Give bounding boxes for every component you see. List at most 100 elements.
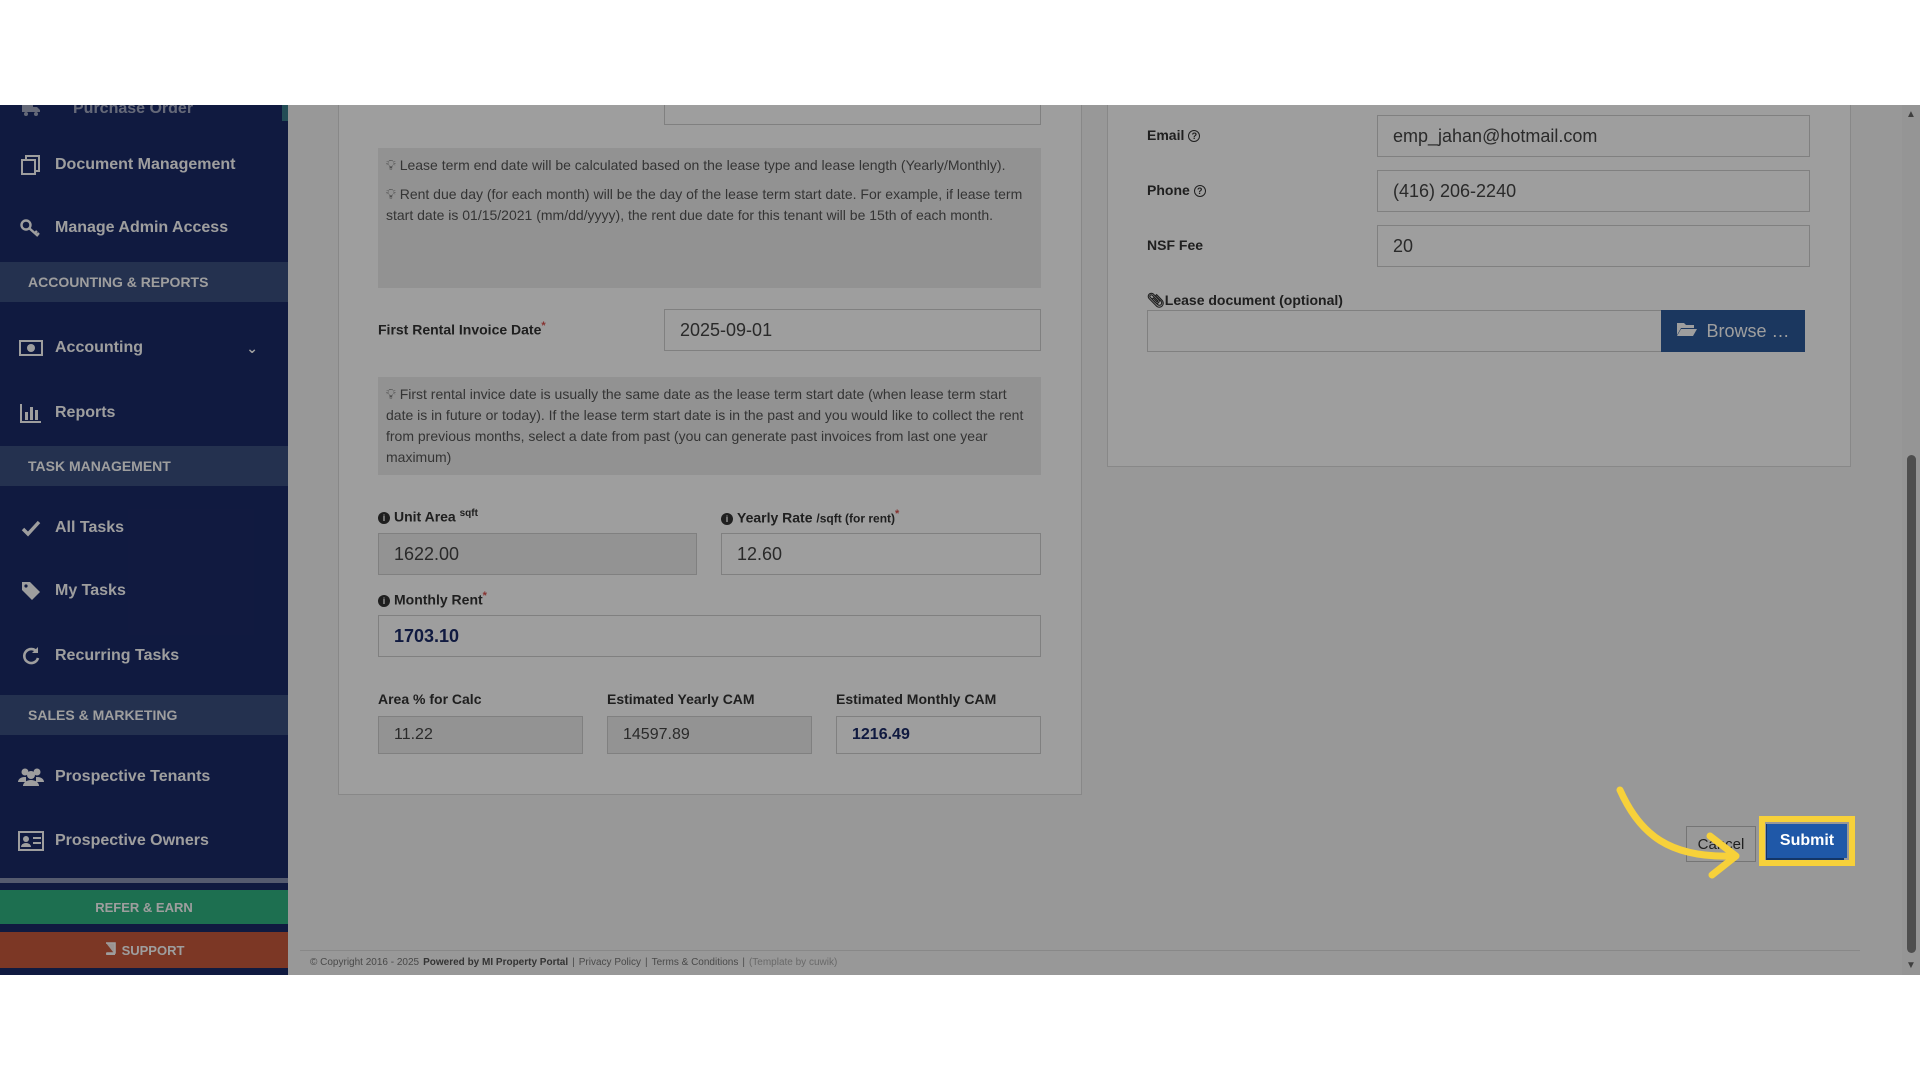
support-button[interactable]: SUPPORT (0, 932, 288, 968)
bar-chart-icon (18, 402, 44, 424)
lightbulb-icon: 💡︎ (386, 157, 396, 173)
sidebar-item-prospective-owners[interactable]: Prospective Owners (0, 821, 288, 861)
sidebar-item-purchase-order[interactable]: Purchase Order (0, 105, 288, 121)
lease-length-field[interactable] (664, 105, 1041, 125)
info-icon: i (378, 594, 390, 607)
footer-powered-by[interactable]: Powered by MI Property Portal (423, 957, 568, 968)
unit-area-label: i Unit Area sqft (378, 508, 478, 525)
yearly-cam-input[interactable]: 14597.89 (607, 716, 812, 754)
scroll-up-icon[interactable]: ▲ (1904, 107, 1918, 121)
key-icon (18, 217, 44, 239)
support-label: SUPPORT (121, 942, 185, 958)
email-input[interactable]: emp_jahan@hotmail.com (1377, 115, 1810, 157)
money-icon (18, 337, 44, 359)
info-icon: i (378, 511, 390, 524)
footer-copyright: © Copyright 2016 - 2025 (310, 957, 420, 968)
unit-area-unit: sqft (459, 508, 478, 519)
lightbulb-icon: 💡︎ (386, 186, 396, 202)
lease-document-file-input[interactable] (1147, 310, 1662, 352)
nsf-fee-label: NSF Fee (1147, 237, 1204, 253)
sidebar-item-label: My Tasks (55, 582, 126, 599)
hint-end-date-text: Lease term end date will be calculated b… (399, 157, 1006, 173)
users-icon (18, 766, 44, 788)
help-icon[interactable]: ? (1193, 185, 1206, 198)
tag-icon (18, 580, 44, 602)
nsf-fee-input[interactable]: 20 (1377, 225, 1810, 267)
lightbulb-icon: 💡︎ (386, 386, 396, 402)
hint-first-invoice-text: First rental invice date is usually the … (386, 386, 1024, 465)
first-invoice-date-label-text: First Rental Invoice Date (378, 321, 542, 338)
sidebar-item-label: Recurring Tasks (55, 647, 180, 664)
sidebar-item-my-tasks[interactable]: My Tasks (0, 571, 288, 611)
yearly-rate-label-text: Yearly Rate (737, 509, 813, 526)
sidebar-item-label: Accounting (55, 339, 143, 356)
footer-separator: | (742, 957, 745, 968)
scroll-down-icon[interactable]: ▼ (1904, 958, 1918, 972)
hint-rent-due-text: Rent due day (for each month) will be th… (386, 186, 1023, 223)
page-footer: © Copyright 2016 - 2025 Powered by MI Pr… (300, 950, 1860, 974)
first-invoice-date-input[interactable]: 2025-09-01 (664, 309, 1041, 351)
required-marker: * (895, 508, 900, 520)
unit-area-label-text: Unit Area (394, 508, 456, 525)
tenant-details-panel (1107, 105, 1851, 467)
sidebar-item-label: Prospective Tenants (55, 768, 211, 785)
browse-label: Browse … (1706, 320, 1790, 341)
sidebar-item-label: Reports (55, 404, 116, 421)
yearly-rate-input[interactable]: 12.60 (721, 533, 1041, 575)
first-invoice-date-label: First Rental Invoice Date* (378, 320, 546, 338)
sidebar-item-prospective-tenants[interactable]: Prospective Tenants (0, 757, 288, 797)
area-percent-input[interactable]: 11.22 (378, 716, 583, 754)
sidebar-item-label: Purchase Order (73, 105, 194, 117)
sidebar-section-sales: SALES & MARKETING (0, 695, 288, 735)
footer-terms-link[interactable]: Terms & Conditions (652, 957, 739, 968)
footer-template-credit: (Template by cuwik) (748, 957, 838, 968)
folder-open-icon (1676, 321, 1698, 342)
phone-input[interactable]: (416) 206-2240 (1377, 170, 1810, 212)
required-marker: * (482, 590, 487, 602)
sidebar-item-label: Prospective Owners (55, 832, 209, 849)
sidebar-item-reports[interactable]: Reports (0, 393, 288, 433)
monthly-rent-input[interactable]: 1703.10 (378, 615, 1041, 657)
refer-earn-label: REFER & EARN (95, 899, 193, 915)
footer-privacy-link[interactable]: Privacy Policy (579, 957, 641, 968)
monthly-rent-label: i Monthly Rent* (378, 590, 487, 608)
yearly-rate-unit: /sqft (for rent) (816, 511, 896, 526)
sidebar-item-all-tasks[interactable]: All Tasks (0, 508, 288, 548)
paperclip-icon: 📎︎ (1147, 292, 1165, 308)
sidebar-divider (0, 878, 288, 883)
first-invoice-hint: 💡︎ First rental invice date is usually t… (378, 377, 1041, 475)
unit-area-input[interactable]: 1622.00 (378, 533, 697, 575)
scrollbar-thumb[interactable] (1907, 455, 1916, 953)
sidebar-item-manage-admin-access[interactable]: Manage Admin Access (0, 208, 288, 248)
info-icon: i (721, 512, 733, 525)
sidebar-section-tasks: TASK MANAGEMENT (0, 446, 288, 486)
monthly-cam-input[interactable]: 1216.49 (836, 716, 1041, 754)
lease-document-label-text: Lease document (optional) (1164, 292, 1343, 308)
browse-button[interactable]: Browse … (1661, 310, 1805, 352)
lease-term-hint: 💡︎ Lease term end date will be calculate… (378, 148, 1041, 288)
pointer-arrow-icon (1616, 786, 1740, 879)
sidebar-item-label: All Tasks (55, 519, 125, 536)
monthly-rent-label-text: Monthly Rent (394, 591, 483, 608)
sidebar-item-accounting[interactable]: Accounting ⌄ (0, 328, 288, 368)
lease-document-label: 📎︎Lease document (optional) (1147, 292, 1343, 309)
phone-label: Phone? (1147, 182, 1206, 198)
help-icon[interactable]: ? (1188, 130, 1201, 143)
footer-separator: | (645, 957, 648, 968)
phone-label-text: Phone (1147, 182, 1190, 198)
submit-button-highlighted[interactable]: Submit (1767, 824, 1847, 858)
book-icon (104, 942, 116, 958)
sidebar-item-recurring-tasks[interactable]: Recurring Tasks (0, 636, 288, 676)
sidebar: Purchase Order Document Management Manag… (0, 105, 288, 975)
documents-icon (18, 154, 44, 176)
email-label: Email? (1147, 127, 1201, 143)
required-marker: * (541, 320, 546, 332)
yearly-cam-label: Estimated Yearly CAM (607, 691, 755, 707)
monthly-cam-label: Estimated Monthly CAM (836, 691, 997, 707)
footer-separator: | (572, 957, 575, 968)
refer-earn-button[interactable]: REFER & EARN (0, 890, 288, 924)
sidebar-item-document-management[interactable]: Document Management (0, 145, 288, 185)
truck-icon (18, 105, 44, 120)
sidebar-section-accounting: ACCOUNTING & REPORTS (0, 262, 288, 302)
chevron-down-icon: ⌄ (246, 339, 258, 356)
